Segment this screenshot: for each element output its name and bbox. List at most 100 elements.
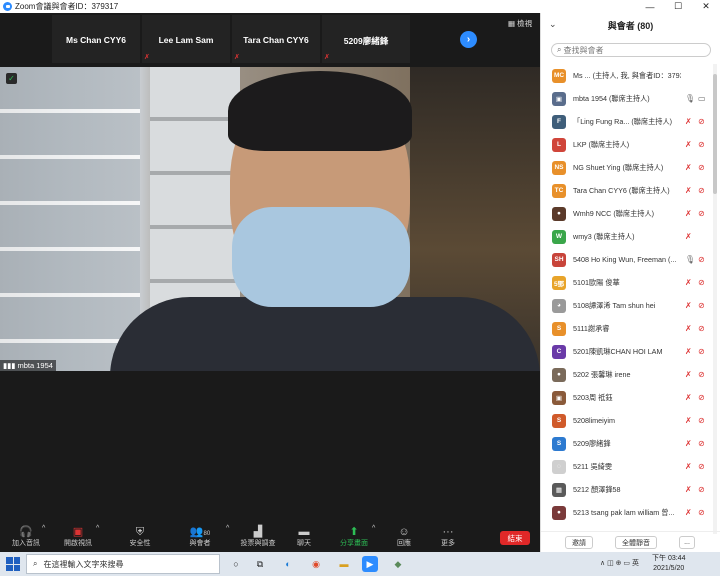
minimize-button[interactable]: — xyxy=(636,0,664,13)
scrollbar-thumb[interactable] xyxy=(713,74,717,194)
microphone-muted-icon[interactable]: ✗ xyxy=(685,117,692,126)
share-screen-button[interactable]: ⬆ 分享畫面 xyxy=(334,525,374,549)
thumbnail-tile[interactable]: Ms Chan CYY6 xyxy=(52,15,140,63)
participant-row[interactable]: C 5201陳凱琳CHAN HOI LAM ✗ ⊘ xyxy=(541,340,713,363)
participant-row[interactable]: MC Ms ... (主持人, 我, 與會者ID：379317) xyxy=(541,64,713,87)
participants-options-caret[interactable]: ^ xyxy=(226,525,229,532)
camera-icon[interactable]: ▭ xyxy=(698,94,706,103)
participant-row[interactable]: ● 5202 張馨琳 irene ✗ ⊘ xyxy=(541,363,713,386)
microphone-muted-icon[interactable]: ✗ xyxy=(685,393,692,402)
participant-row[interactable]: NS NG Shuet Ying (聯席主持人) ✗ ⊘ xyxy=(541,156,713,179)
microphone-muted-icon[interactable]: ✗ xyxy=(685,301,692,310)
camera-off-icon[interactable]: ⊘ xyxy=(698,117,705,126)
participant-row[interactable]: F 「Ling Fung Ra... (聯席主持人) ✗ ⊘ xyxy=(541,110,713,133)
cortana-icon[interactable]: ○ xyxy=(228,556,244,572)
close-button[interactable]: ✕ xyxy=(692,0,720,13)
participant-row[interactable]: ▣ 5203周 祗鈺 ✗ ⊘ xyxy=(541,386,713,409)
participants-button[interactable]: 👥80 與會者 xyxy=(180,525,220,549)
camera-off-icon[interactable]: ⊘ xyxy=(698,324,705,333)
windows-start-icon[interactable] xyxy=(6,557,20,571)
microphone-muted-icon[interactable]: ✗ xyxy=(685,232,692,241)
invite-button[interactable]: 邀請 xyxy=(565,536,593,549)
participant-row[interactable]: S 5209廖緒鋒 ✗ ⊘ xyxy=(541,432,713,455)
video-options-caret[interactable]: ^ xyxy=(96,525,99,532)
polls-button[interactable]: ▟ 投票與調查 xyxy=(238,525,278,549)
microphone-muted-icon[interactable]: ✗ xyxy=(685,462,692,471)
gallery-view-button[interactable]: ▦ 檢視 xyxy=(508,18,532,29)
participant-row[interactable]: TC Tara Chan CYY6 (聯席主持人) ✗ ⊘ xyxy=(541,179,713,202)
edge-browser-icon[interactable]: ◐ xyxy=(280,556,296,572)
microphone-muted-icon[interactable]: ✗ xyxy=(685,508,692,517)
camera-off-icon[interactable]: ⊘ xyxy=(698,301,705,310)
more-button[interactable]: ··· 更多 xyxy=(428,525,468,549)
camera-off-icon[interactable]: ⊘ xyxy=(698,209,705,218)
next-page-button[interactable]: › xyxy=(460,31,477,48)
microphone-muted-icon[interactable]: ✗ xyxy=(685,416,692,425)
camera-off-icon[interactable]: ⊘ xyxy=(698,255,705,264)
participant-list-scrollbar[interactable] xyxy=(713,64,717,534)
participant-search[interactable]: ⌕ xyxy=(551,43,711,57)
participant-row[interactable]: Wwmy3 (聯席主持人) ✗ xyxy=(541,225,713,248)
camera-off-icon[interactable]: ⊘ xyxy=(698,278,705,287)
camera-off-icon[interactable]: ⊘ xyxy=(698,485,705,494)
participant-row[interactable]: S 5111謝承睿 ✗ ⊘ xyxy=(541,317,713,340)
camera-off-icon[interactable]: ⊘ xyxy=(698,140,705,149)
panel-more-button[interactable]: ... xyxy=(679,536,695,549)
participant-name: 5212 顏澤鋒58 xyxy=(573,484,621,494)
microphone-muted-icon[interactable]: ✗ xyxy=(685,278,692,287)
end-meeting-button[interactable]: 結束 xyxy=(500,531,530,545)
thumbnail-tile[interactable]: Lee Lam Sam ✗ xyxy=(142,15,230,63)
participant-row[interactable]: ◕ 5108譚澤浠 Tam shun hei ✗ ⊘ xyxy=(541,294,713,317)
camera-off-icon[interactable]: ⊘ xyxy=(698,462,705,471)
participant-row[interactable]: ◌ 5211 吳綺雯 ✗ ⊘ xyxy=(541,455,713,478)
thumbnail-tile[interactable]: Tara Chan CYY6 ✗ xyxy=(232,15,320,63)
participant-row[interactable]: SH 5408 Ho King Wun, Freeman (... 🎙 ⊘ xyxy=(541,248,713,271)
system-tray[interactable]: ∧ ◫ ⊕ ▭ 英 xyxy=(600,558,639,568)
participant-row[interactable]: ● Wmh9 NCC (聯席主持人) ✗ ⊘ xyxy=(541,202,713,225)
microphone-muted-icon[interactable]: ✗ xyxy=(685,485,692,494)
microphone-icon[interactable]: 🎙 xyxy=(685,255,695,264)
microphone-muted-icon[interactable]: ✗ xyxy=(685,370,692,379)
system-clock[interactable]: 下午 03:44 2021/5/20 xyxy=(652,554,685,574)
microphone-muted-icon[interactable]: ✗ xyxy=(685,163,692,172)
participant-row[interactable]: ● 5213 tsang pak lam william 曾... ✗ ⊘ xyxy=(541,501,713,524)
taskbar-search-box[interactable]: ⌕ 在這裡輸入文字來搜尋 xyxy=(26,554,220,574)
participant-search-input[interactable] xyxy=(563,45,694,55)
camera-off-icon[interactable]: ⊘ xyxy=(698,439,705,448)
camera-off-icon[interactable]: ⊘ xyxy=(698,163,705,172)
task-view-icon[interactable]: ⧉ xyxy=(252,556,268,572)
zoom-app-icon[interactable]: ▶ xyxy=(362,556,378,572)
security-button[interactable]: ⛨ 安全性 xyxy=(120,525,160,549)
app-taskbar-icon[interactable]: ◆ xyxy=(390,556,406,572)
microphone-muted-icon[interactable]: ✗ xyxy=(685,209,692,218)
reactions-button[interactable]: ☺ 回應 xyxy=(384,525,424,549)
participant-row[interactable]: L LKP (聯席主持人) ✗ ⊘ xyxy=(541,133,713,156)
camera-off-icon[interactable]: ⊘ xyxy=(698,186,705,195)
chat-button[interactable]: ▬ 聊天 xyxy=(284,525,324,549)
participant-row[interactable]: 5鄧 5101歐陽 俊華 ✗ ⊘ xyxy=(541,271,713,294)
camera-off-icon[interactable]: ⊘ xyxy=(698,508,705,517)
thumbnail-tile[interactable]: 5209廖緒鋒 ✗ xyxy=(322,15,410,63)
file-explorer-icon[interactable]: ▬ xyxy=(336,556,352,572)
mute-all-button[interactable]: 全體靜音 xyxy=(615,536,657,549)
maximize-button[interactable]: ☐ xyxy=(664,0,692,13)
participant-row[interactable]: ▣ mbta 1954 (聯席主持人) 🎙 ▭ xyxy=(541,87,713,110)
microphone-muted-icon[interactable]: ✗ xyxy=(685,186,692,195)
join-audio-button[interactable]: 🎧 加入音訊 xyxy=(6,525,46,549)
microphone-muted-icon[interactable]: ✗ xyxy=(685,347,692,356)
microphone-muted-icon[interactable]: ✗ xyxy=(685,439,692,448)
camera-off-icon[interactable]: ⊘ xyxy=(698,347,705,356)
microphone-muted-icon[interactable]: ✗ xyxy=(685,140,692,149)
microphone-icon[interactable]: 🎙 xyxy=(685,94,695,103)
security-shield-icon[interactable]: ✓ xyxy=(6,73,17,84)
audio-options-caret[interactable]: ^ xyxy=(42,525,45,532)
camera-off-icon[interactable]: ⊘ xyxy=(698,393,705,402)
start-video-button[interactable]: ▣ 開啟視訊 xyxy=(58,525,98,549)
camera-off-icon[interactable]: ⊘ xyxy=(698,416,705,425)
microphone-muted-icon[interactable]: ✗ xyxy=(685,324,692,333)
participant-row[interactable]: S 5208limeiyim ✗ ⊘ xyxy=(541,409,713,432)
participant-row[interactable]: ▦ 5212 顏澤鋒58 ✗ ⊘ xyxy=(541,478,713,501)
camera-off-icon[interactable]: ⊘ xyxy=(698,370,705,379)
chrome-browser-icon[interactable]: ◉ xyxy=(308,556,324,572)
share-options-caret[interactable]: ^ xyxy=(372,525,375,532)
